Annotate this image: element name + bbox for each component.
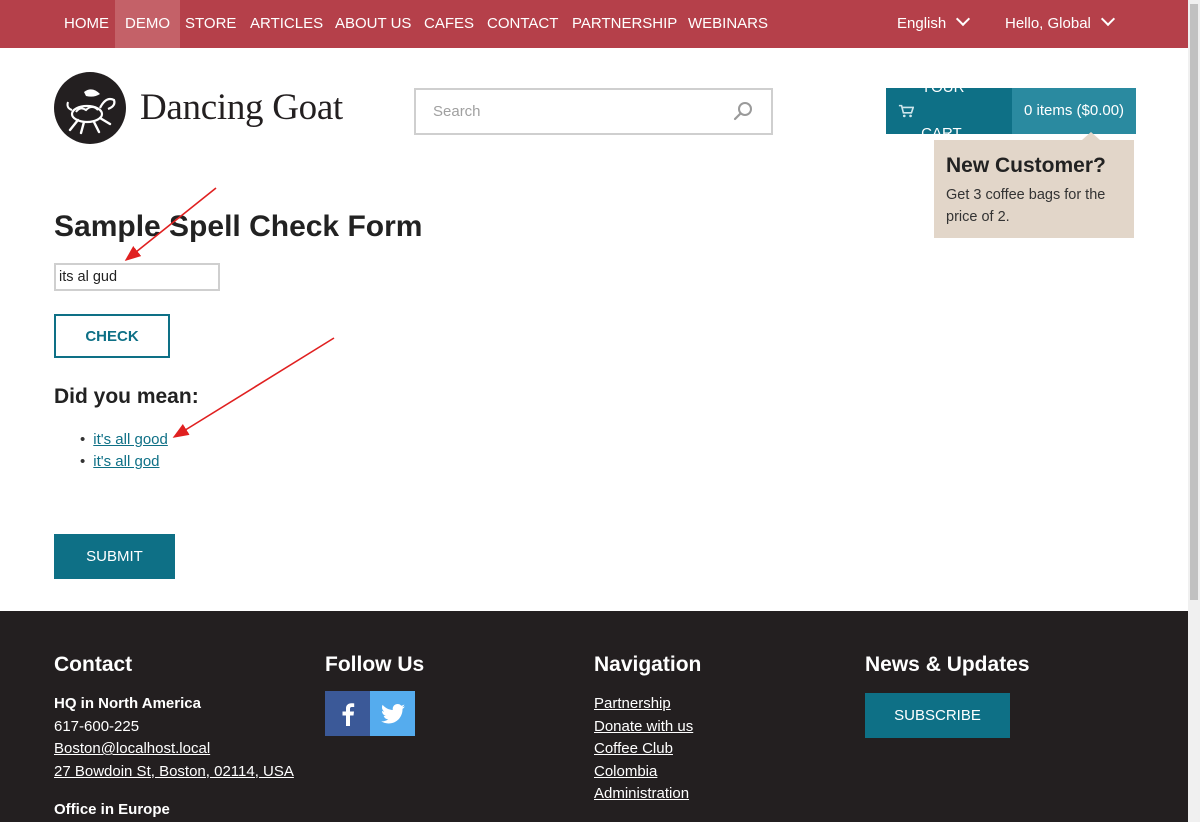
search-icon[interactable] <box>733 101 753 121</box>
cart-button[interactable]: YOUR CART 0 items ($0.00) <box>886 79 1137 142</box>
scrollbar-thumb[interactable] <box>1190 4 1198 600</box>
footer-link-administration[interactable]: Administration <box>594 783 693 806</box>
nav-item-store[interactable]: STORE <box>175 0 246 48</box>
did-you-mean-heading: Did you mean: <box>54 385 199 408</box>
hq-phone: 617-600-225 <box>54 717 140 735</box>
footer-follow-heading: Follow Us <box>325 653 425 676</box>
cart-summary: 0 items ($0.00) <box>1012 88 1137 134</box>
new-customer-promo: New Customer? Get 3 coffee bags for the … <box>934 132 1134 238</box>
search-input[interactable] <box>416 90 723 133</box>
europe-title: Office in Europe <box>54 801 170 818</box>
submit-button[interactable]: SUBMIT <box>54 534 175 579</box>
language-label: English <box>897 15 947 32</box>
cart-icon <box>898 104 915 118</box>
user-menu[interactable]: Hello, Global <box>995 0 1123 48</box>
cart-label-area: YOUR CART <box>886 79 1012 142</box>
check-button[interactable]: CHECK <box>54 314 170 358</box>
spell-check-input[interactable] <box>54 263 220 291</box>
promo-text: Get 3 coffee bags for the price of 2. <box>946 187 1106 225</box>
footer-news-heading: News & Updates <box>865 653 1030 676</box>
page-scrollbar[interactable] <box>1188 0 1200 822</box>
footer-contact-heading: Contact <box>54 653 133 676</box>
site-footer: Contact HQ in North America 617-600-225 … <box>0 611 1188 822</box>
site-logo-text[interactable]: Dancing Goat <box>140 86 343 129</box>
footer-link-coffee-club[interactable]: Coffee Club <box>594 738 693 761</box>
twitter-icon[interactable] <box>370 691 415 736</box>
suggestion-list: it's all good it's all god <box>80 429 168 473</box>
footer-navigation-heading: Navigation <box>594 653 702 676</box>
nav-item-cafes[interactable]: CAFES <box>414 0 484 48</box>
footer-navigation: Partnership Donate with us Coffee Club C… <box>594 693 693 806</box>
nav-item-partnership[interactable]: PARTNERSHIP <box>562 0 687 48</box>
top-navigation: HOME DEMO STORE ARTICLES ABOUT US CAFES … <box>0 0 1188 48</box>
facebook-icon[interactable] <box>325 691 370 736</box>
nav-item-webinars[interactable]: WEBINARS <box>678 0 778 48</box>
nav-item-demo[interactable]: DEMO <box>115 0 180 48</box>
chevron-down-icon <box>1100 11 1115 27</box>
nav-item-contact[interactable]: CONTACT <box>477 0 568 48</box>
list-item: it's all good <box>80 429 168 451</box>
suggestion-link[interactable]: it's all god <box>93 453 159 470</box>
page-title: Sample Spell Check Form <box>54 210 423 243</box>
goat-logo-icon[interactable] <box>54 72 126 144</box>
footer-contact: HQ in North America 617-600-225 Boston@l… <box>54 693 294 822</box>
nav-item-articles[interactable]: ARTICLES <box>240 0 333 48</box>
site-search <box>414 88 773 135</box>
chevron-down-icon <box>956 11 971 27</box>
footer-link-colombia[interactable]: Colombia <box>594 761 693 784</box>
promo-title: New Customer? <box>946 154 1106 177</box>
suggestion-link[interactable]: it's all good <box>93 431 168 448</box>
footer-link-donate[interactable]: Donate with us <box>594 716 693 739</box>
footer-link-partnership[interactable]: Partnership <box>594 693 693 716</box>
hq-email-link[interactable]: Boston@localhost.local <box>54 738 294 761</box>
nav-item-home[interactable]: HOME <box>54 0 119 48</box>
nav-item-about-us[interactable]: ABOUT US <box>325 0 421 48</box>
language-selector[interactable]: English <box>887 0 978 48</box>
user-greeting: Hello, Global <box>1005 15 1091 32</box>
subscribe-button[interactable]: SUBSCRIBE <box>865 693 1010 738</box>
social-links <box>325 691 415 736</box>
promo-notch <box>1082 132 1100 140</box>
hq-title: HQ in North America <box>54 695 201 712</box>
list-item: it's all god <box>80 451 168 473</box>
hq-address-link[interactable]: 27 Bowdoin St, Boston, 02114, USA <box>54 761 294 784</box>
